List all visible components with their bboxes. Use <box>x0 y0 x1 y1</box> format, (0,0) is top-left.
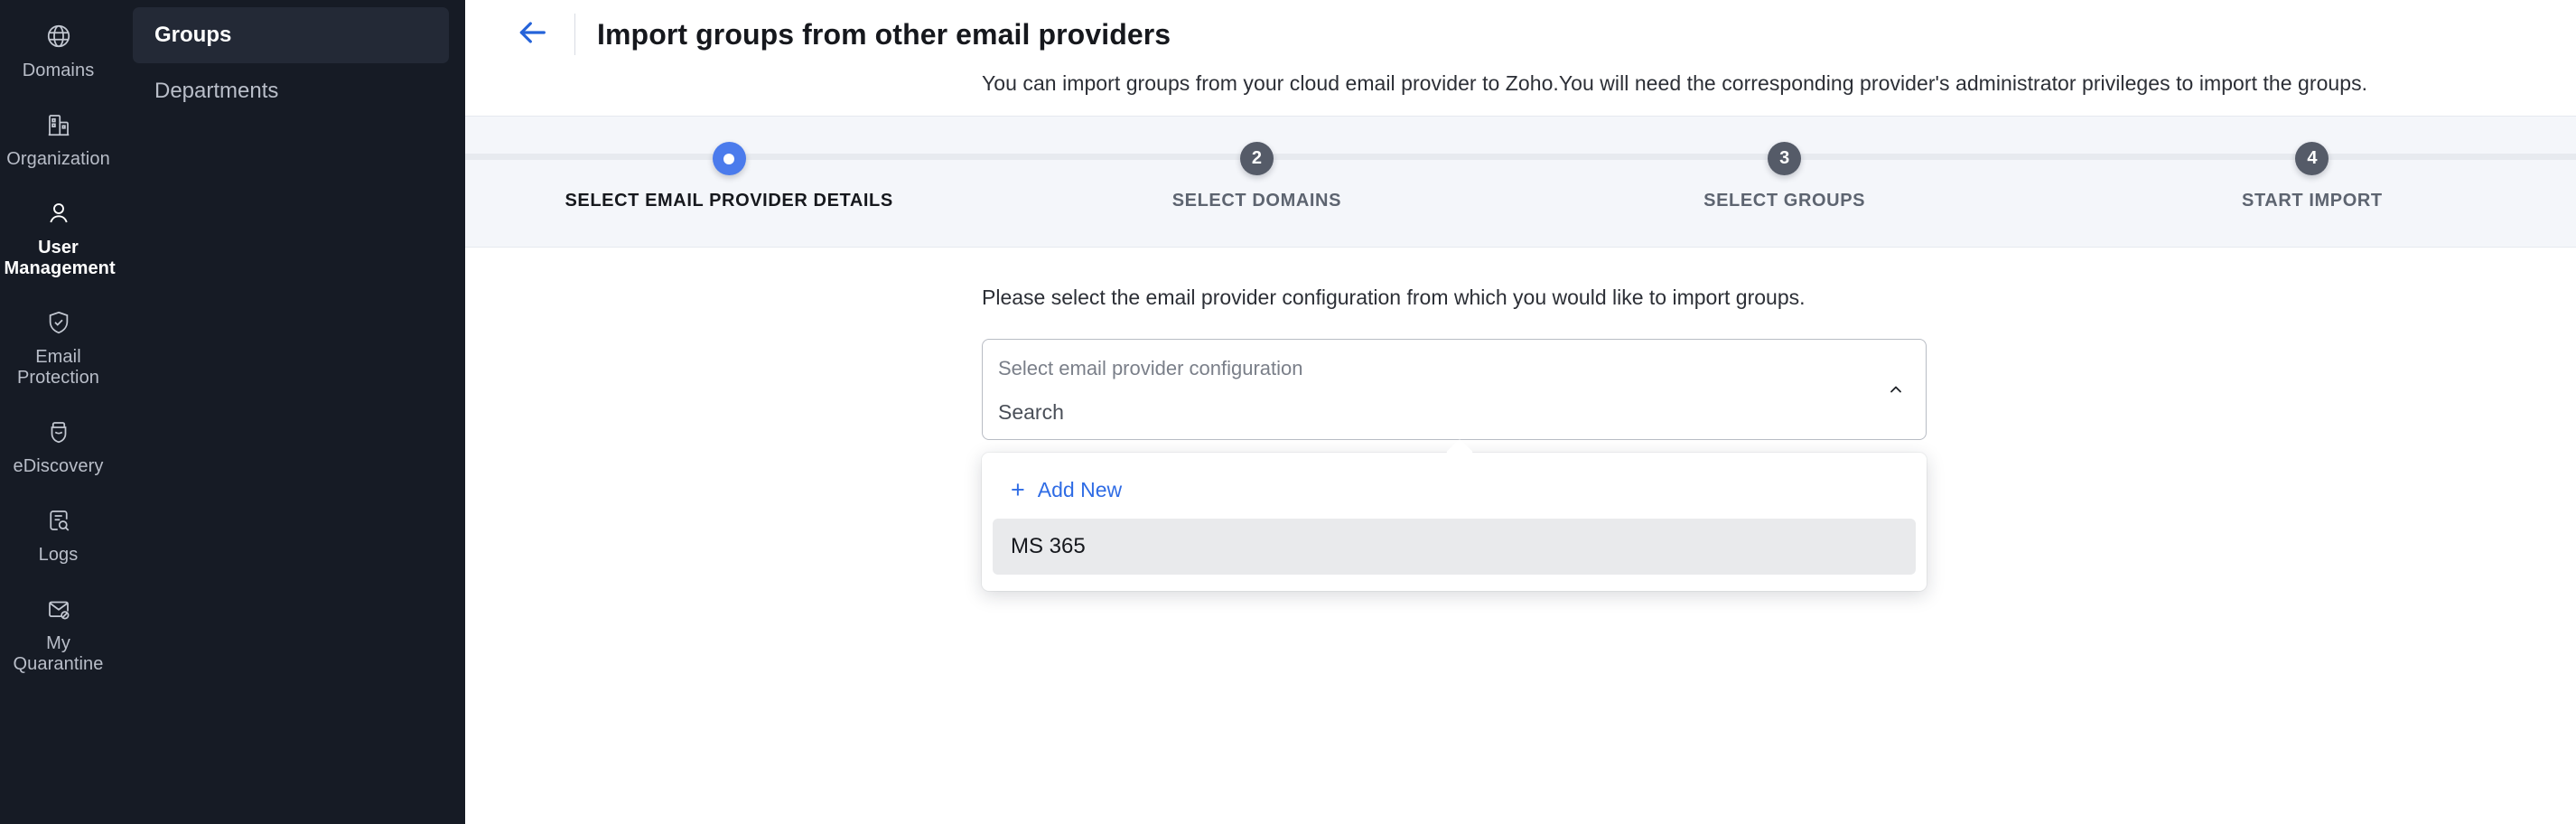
rail-item-organization[interactable]: Organization <box>0 96 117 184</box>
form-body: Please select the email provider configu… <box>465 248 2576 591</box>
rail-label-ediscovery: eDiscovery <box>13 456 104 476</box>
step-bullet-2: 2 <box>1239 142 1274 175</box>
rail-label-logs: Logs <box>38 545 79 565</box>
step-select-groups[interactable]: 3 SELECT GROUPS <box>1521 142 2049 211</box>
rail-label-my-quarantine: My Quarantine <box>13 633 104 674</box>
step-bullet-3: 3 <box>1768 142 1802 175</box>
step-bullet-4: 4 <box>2295 142 2329 175</box>
globe-icon <box>42 20 75 52</box>
page-header: Import groups from other email providers <box>465 0 2576 56</box>
rail-item-email-protection[interactable]: Email Protection <box>0 294 117 403</box>
secondary-nav: Groups Departments <box>117 0 465 824</box>
step-bullet-1: 1 <box>712 142 746 175</box>
mail-blocked-icon <box>42 593 75 625</box>
app-root: Domains Organization User Management Ema… <box>0 0 2576 824</box>
import-stepper: 1 SELECT EMAIL PROVIDER DETAILS 2 SELECT… <box>465 116 2576 248</box>
chevron-up-icon[interactable] <box>1886 379 1906 399</box>
form-instruction: Please select the email provider configu… <box>982 286 1806 309</box>
provider-select[interactable]: Select email provider configuration Sear… <box>982 339 1927 440</box>
dropdown-option-label: MS 365 <box>1011 534 1086 558</box>
provider-select-placeholder: Select email provider configuration <box>998 357 1303 379</box>
step-select-domains[interactable]: 2 SELECT DOMAINS <box>993 142 1520 211</box>
arrow-left-icon <box>514 14 550 55</box>
document-search-icon <box>42 504 75 537</box>
subnav-label-departments: Departments <box>154 79 279 103</box>
main-content: Import groups from other email providers… <box>465 0 2576 824</box>
add-new-button[interactable]: + Add New <box>993 465 1916 515</box>
dropdown-option-ms365[interactable]: MS 365 <box>993 519 1916 575</box>
shield-check-icon <box>42 306 75 339</box>
provider-search-input[interactable]: Search <box>998 399 1904 425</box>
page-title: Import groups from other email providers <box>597 17 1171 51</box>
step-select-email-provider-details[interactable]: 1 SELECT EMAIL PROVIDER DETAILS <box>465 142 993 211</box>
provider-dropdown: + Add New MS 365 <box>982 453 1927 591</box>
step-label-3: SELECT GROUPS <box>1703 191 1866 211</box>
rail-label-domains: Domains <box>22 61 95 80</box>
step-label-1: SELECT EMAIL PROVIDER DETAILS <box>565 191 893 211</box>
step-label-2: SELECT DOMAINS <box>1171 191 1342 211</box>
subnav-label-groups: Groups <box>154 23 232 47</box>
rail-item-domains[interactable]: Domains <box>0 7 117 96</box>
rail-item-ediscovery[interactable]: eDiscovery <box>0 403 117 492</box>
subnav-item-departments[interactable]: Departments <box>133 63 449 119</box>
bag-icon <box>42 416 75 448</box>
primary-nav-rail: Domains Organization User Management Ema… <box>0 0 117 824</box>
rail-label-organization: Organization <box>6 149 110 169</box>
rail-item-logs[interactable]: Logs <box>0 492 117 580</box>
step-start-import[interactable]: 4 START IMPORT <box>2049 142 2576 211</box>
subnav-item-groups[interactable]: Groups <box>133 7 449 63</box>
rail-item-my-quarantine[interactable]: My Quarantine <box>0 580 117 689</box>
rail-item-user-management[interactable]: User Management <box>0 184 117 294</box>
user-icon <box>42 197 75 229</box>
add-new-label: Add New <box>1037 478 1123 501</box>
rail-label-email-protection: Email Protection <box>16 347 100 388</box>
header-divider <box>574 14 575 55</box>
back-button[interactable] <box>508 16 556 52</box>
step-label-4: START IMPORT <box>2242 191 2383 211</box>
page-description: You can import groups from your cloud em… <box>982 71 2368 95</box>
building-icon <box>42 108 75 141</box>
plus-icon: + <box>1011 476 1025 503</box>
rail-label-user-management: User Management <box>4 238 116 278</box>
provider-select-wrapper: Select email provider configuration Sear… <box>982 339 1927 591</box>
